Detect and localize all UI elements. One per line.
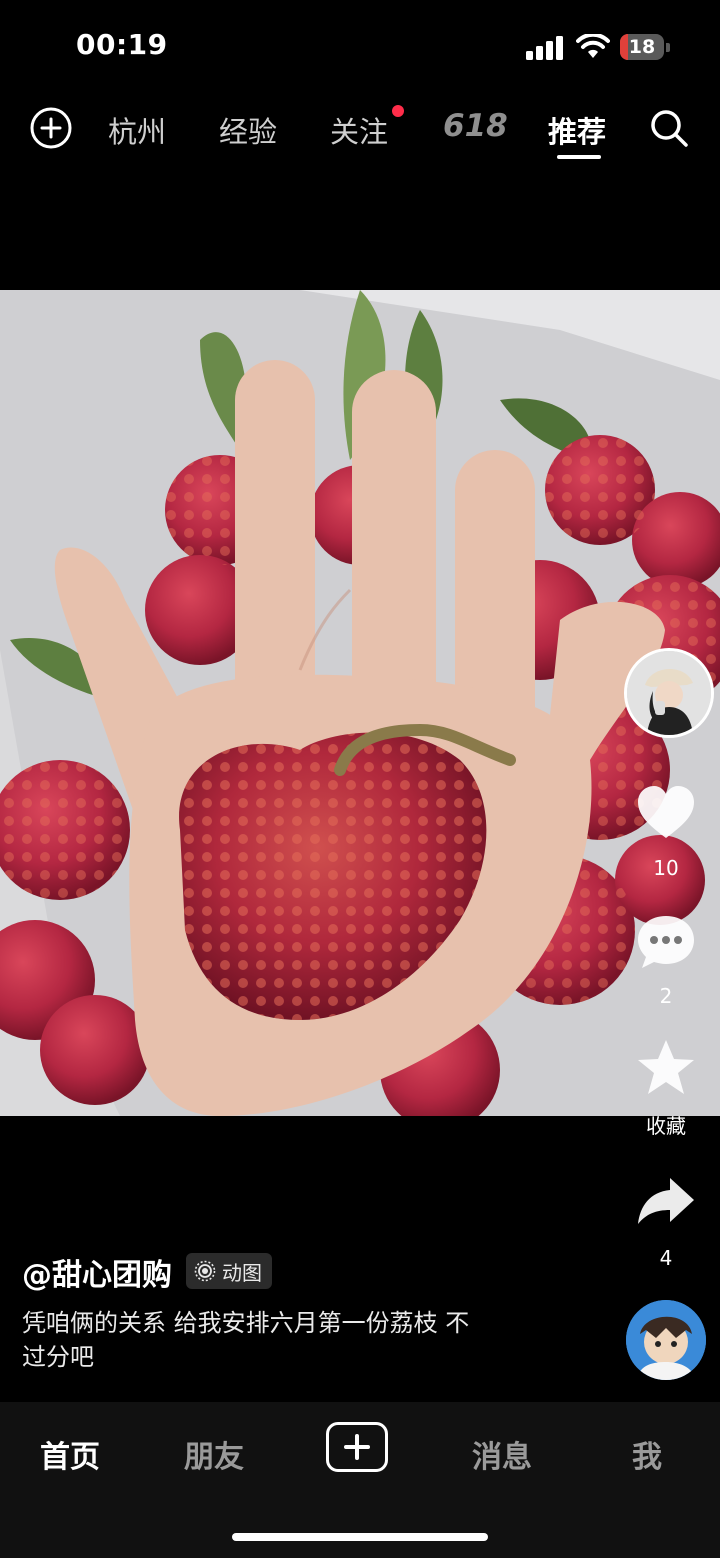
tab-recommended[interactable]: 推荐 [548, 109, 606, 151]
top-nav: 杭州 经验 关注 618 推荐 [0, 95, 720, 165]
post-caption: 凭咱俩的关系 给我安排六月第一份荔枝 不 过分吧 [22, 1306, 562, 1374]
nav-home[interactable]: 首页 [40, 1432, 100, 1476]
like-count: 10 [653, 856, 679, 880]
comment-count: 2 [659, 984, 673, 1008]
caption-line-1: 凭咱俩的关系 给我安排六月第一份荔枝 不 [22, 1309, 470, 1337]
nav-me[interactable]: 我 [632, 1432, 662, 1476]
cellular-signal-icon [526, 36, 563, 60]
author-avatar-image [627, 651, 711, 735]
comment-icon[interactable] [636, 912, 696, 972]
video-frame[interactable] [0, 290, 720, 1116]
notification-dot [392, 105, 404, 117]
live-photo-icon [194, 1260, 216, 1282]
battery-tip [666, 43, 670, 52]
home-indicator[interactable] [232, 1533, 488, 1541]
nav-friends[interactable]: 朋友 [184, 1432, 244, 1476]
active-tab-indicator [557, 155, 601, 159]
author-avatar[interactable] [624, 648, 714, 738]
gif-badge-label: 动图 [222, 1260, 262, 1285]
plus-icon [344, 1434, 370, 1460]
status-time: 00:19 [76, 28, 168, 61]
tab-experience[interactable]: 经验 [219, 109, 277, 151]
tab-hangzhou[interactable]: 杭州 [108, 109, 166, 151]
heart-icon[interactable] [636, 784, 696, 844]
star-icon[interactable] [636, 1038, 696, 1098]
author-username[interactable]: @甜心团购 [22, 1250, 172, 1294]
create-post-button[interactable] [326, 1422, 388, 1472]
gif-badge: 动图 [186, 1253, 272, 1289]
battery-icon: 18 [620, 34, 664, 60]
nav-messages[interactable]: 消息 [472, 1432, 532, 1476]
tab-618[interactable]: 618 [443, 108, 508, 144]
favorite-label: 收藏 [646, 1114, 686, 1138]
battery-level: 18 [628, 36, 656, 58]
share-icon[interactable] [636, 1172, 696, 1232]
caption-line-2: 过分吧 [22, 1343, 94, 1371]
share-count: 4 [659, 1246, 673, 1270]
music-disc-avatar[interactable] [626, 1300, 706, 1380]
tab-following[interactable]: 关注 [330, 109, 388, 151]
search-icon[interactable] [648, 107, 690, 149]
wifi-icon [576, 34, 610, 58]
status-bar: 00:19 18 [0, 0, 720, 95]
plus-circle-icon[interactable] [30, 107, 72, 149]
music-avatar-image [626, 1300, 706, 1380]
battery-indicator: 18 [620, 34, 672, 62]
